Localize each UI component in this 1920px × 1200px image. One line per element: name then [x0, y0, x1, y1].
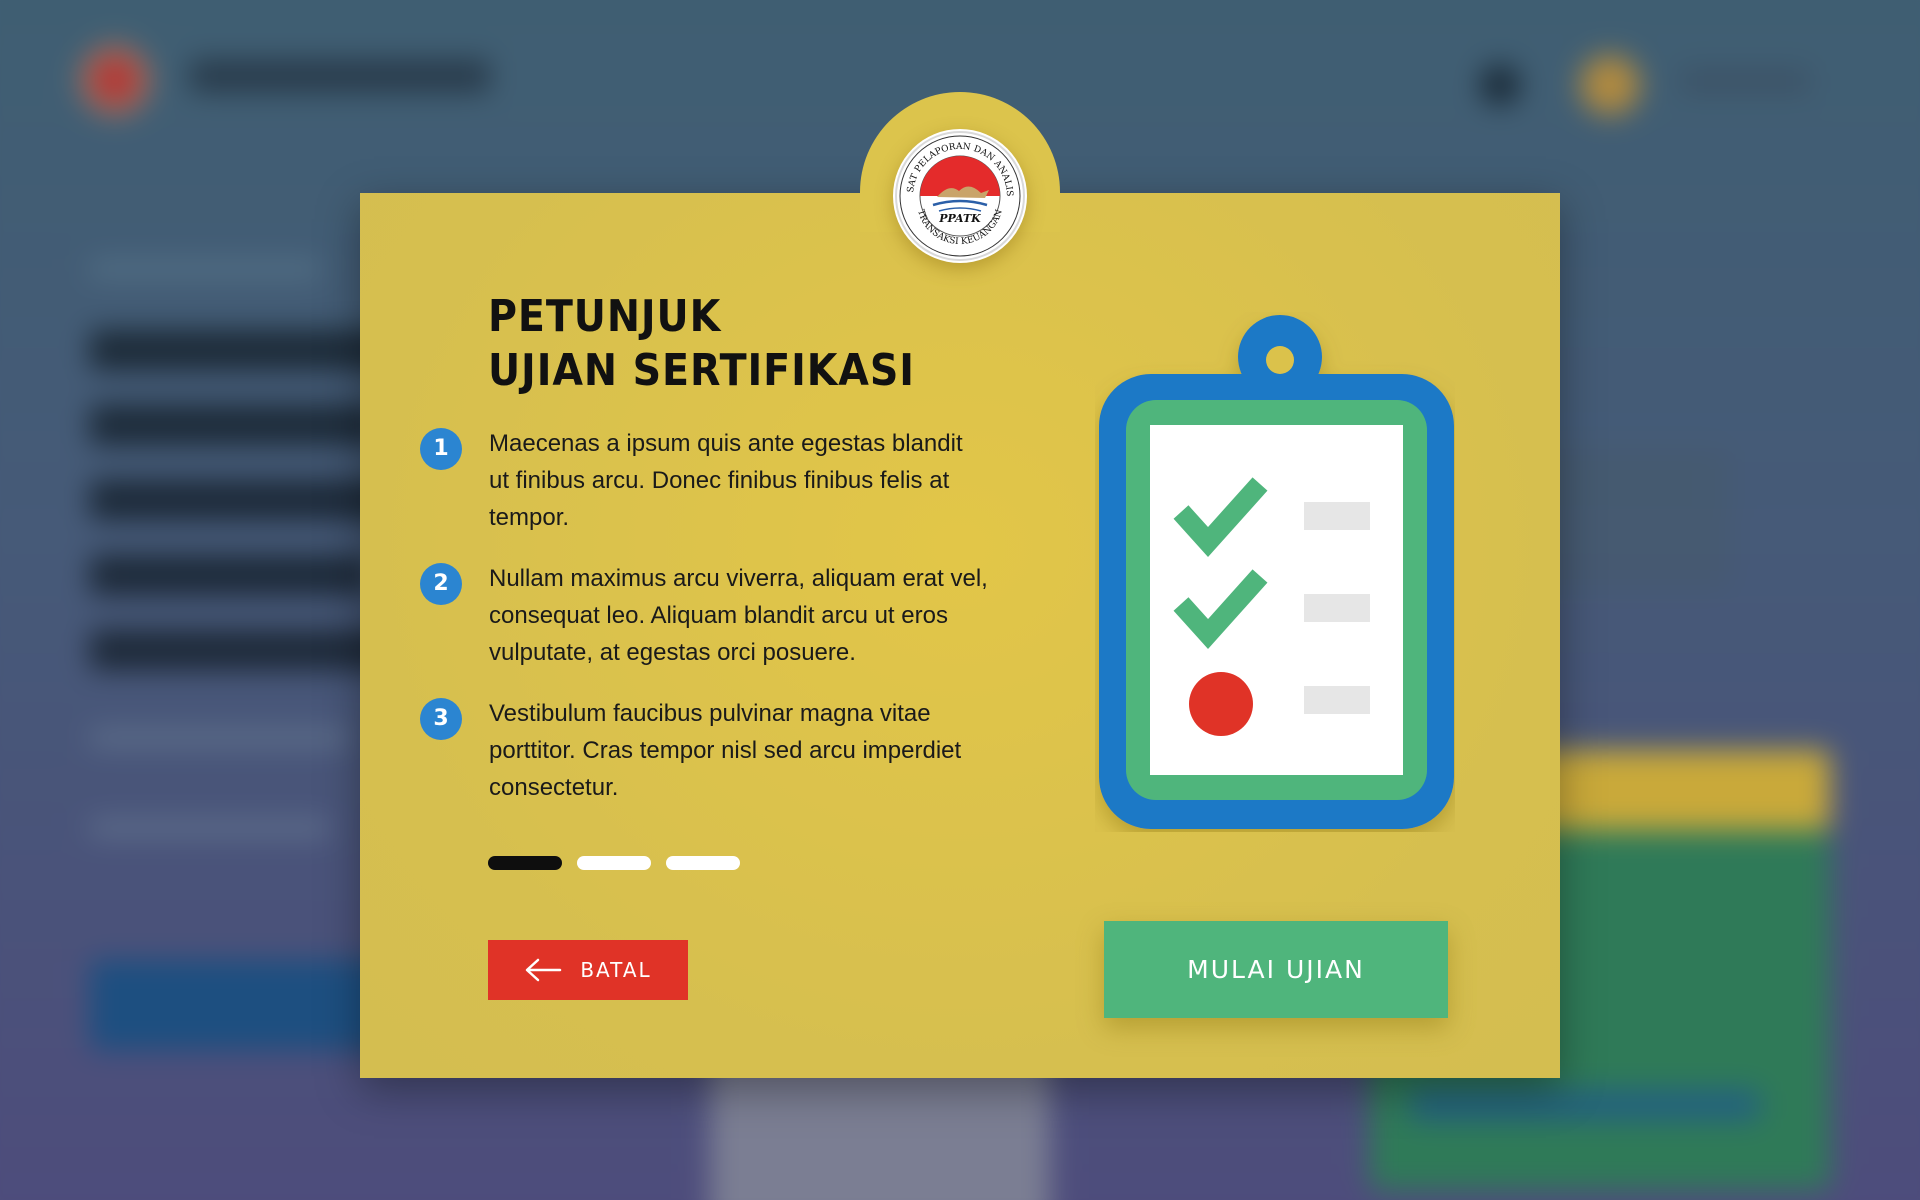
red-dot-icon — [1189, 672, 1253, 736]
cancel-button[interactable]: BATAL — [488, 940, 688, 1000]
background-logo — [80, 45, 150, 115]
seal-text-center: PPATK — [938, 212, 981, 225]
modal-title: PETUNJUK UJIAN SERTIFIKASI — [488, 290, 915, 398]
step-text: Maecenas a ipsum quis ante egestas bland… — [489, 430, 963, 531]
start-exam-button[interactable]: MULAI UJIAN — [1104, 921, 1448, 1018]
pagination-dot-2[interactable] — [577, 856, 651, 870]
instruction-step: 2 Nullam maximus arcu viverra, aliquam e… — [420, 560, 1000, 695]
background-bell-icon — [1480, 65, 1520, 105]
background-heading — [90, 555, 370, 595]
step-number-badge: 2 — [420, 563, 462, 605]
background-brand — [190, 60, 490, 92]
background-heading — [90, 630, 390, 670]
background-heading — [90, 480, 390, 520]
cancel-button-label: BATAL — [580, 958, 652, 982]
step-text: Nullam maximus arcu viverra, aliquam era… — [489, 565, 988, 666]
pagination-dot-3[interactable] — [666, 856, 740, 870]
ppatk-seal-icon: PUSAT PELAPORAN DAN ANALISIS TRANSAKSI K… — [893, 129, 1025, 261]
checklist-line — [1304, 594, 1370, 622]
modal-title-line-2: UJIAN SERTIFIKASI — [488, 345, 915, 396]
instruction-step: 1 Maecenas a ipsum quis ante egestas bla… — [420, 425, 1000, 560]
instruction-steps: 1 Maecenas a ipsum quis ante egestas bla… — [420, 425, 1000, 830]
background-heading — [90, 405, 380, 445]
start-exam-button-label: MULAI UJIAN — [1187, 955, 1365, 984]
background-card — [1410, 1090, 1760, 1120]
background-text — [90, 820, 330, 836]
clipboard-icon — [1099, 315, 1454, 829]
step-number-badge: 1 — [420, 428, 462, 470]
background-breadcrumb — [90, 260, 320, 278]
instruction-step: 3 Vestibulum faucibus pulvinar magna vit… — [420, 695, 1000, 830]
ppatk-seal-logo: PUSAT PELAPORAN DAN ANALISIS TRANSAKSI K… — [893, 129, 1027, 263]
background-avatar — [1580, 55, 1640, 115]
modal-title-line-1: PETUNJUK — [488, 291, 722, 342]
checklist-line — [1304, 502, 1370, 530]
checklist-line — [1304, 686, 1370, 714]
background-text — [90, 730, 350, 746]
pagination-dots — [488, 856, 755, 875]
step-text: Vestibulum faucibus pulvinar magna vitae… — [489, 700, 962, 801]
background-username — [1680, 70, 1810, 92]
arrow-left-icon — [524, 958, 562, 982]
step-number-badge: 3 — [420, 698, 462, 740]
pagination-dot-1[interactable] — [488, 856, 562, 870]
clipboard-illustration — [1095, 312, 1455, 832]
